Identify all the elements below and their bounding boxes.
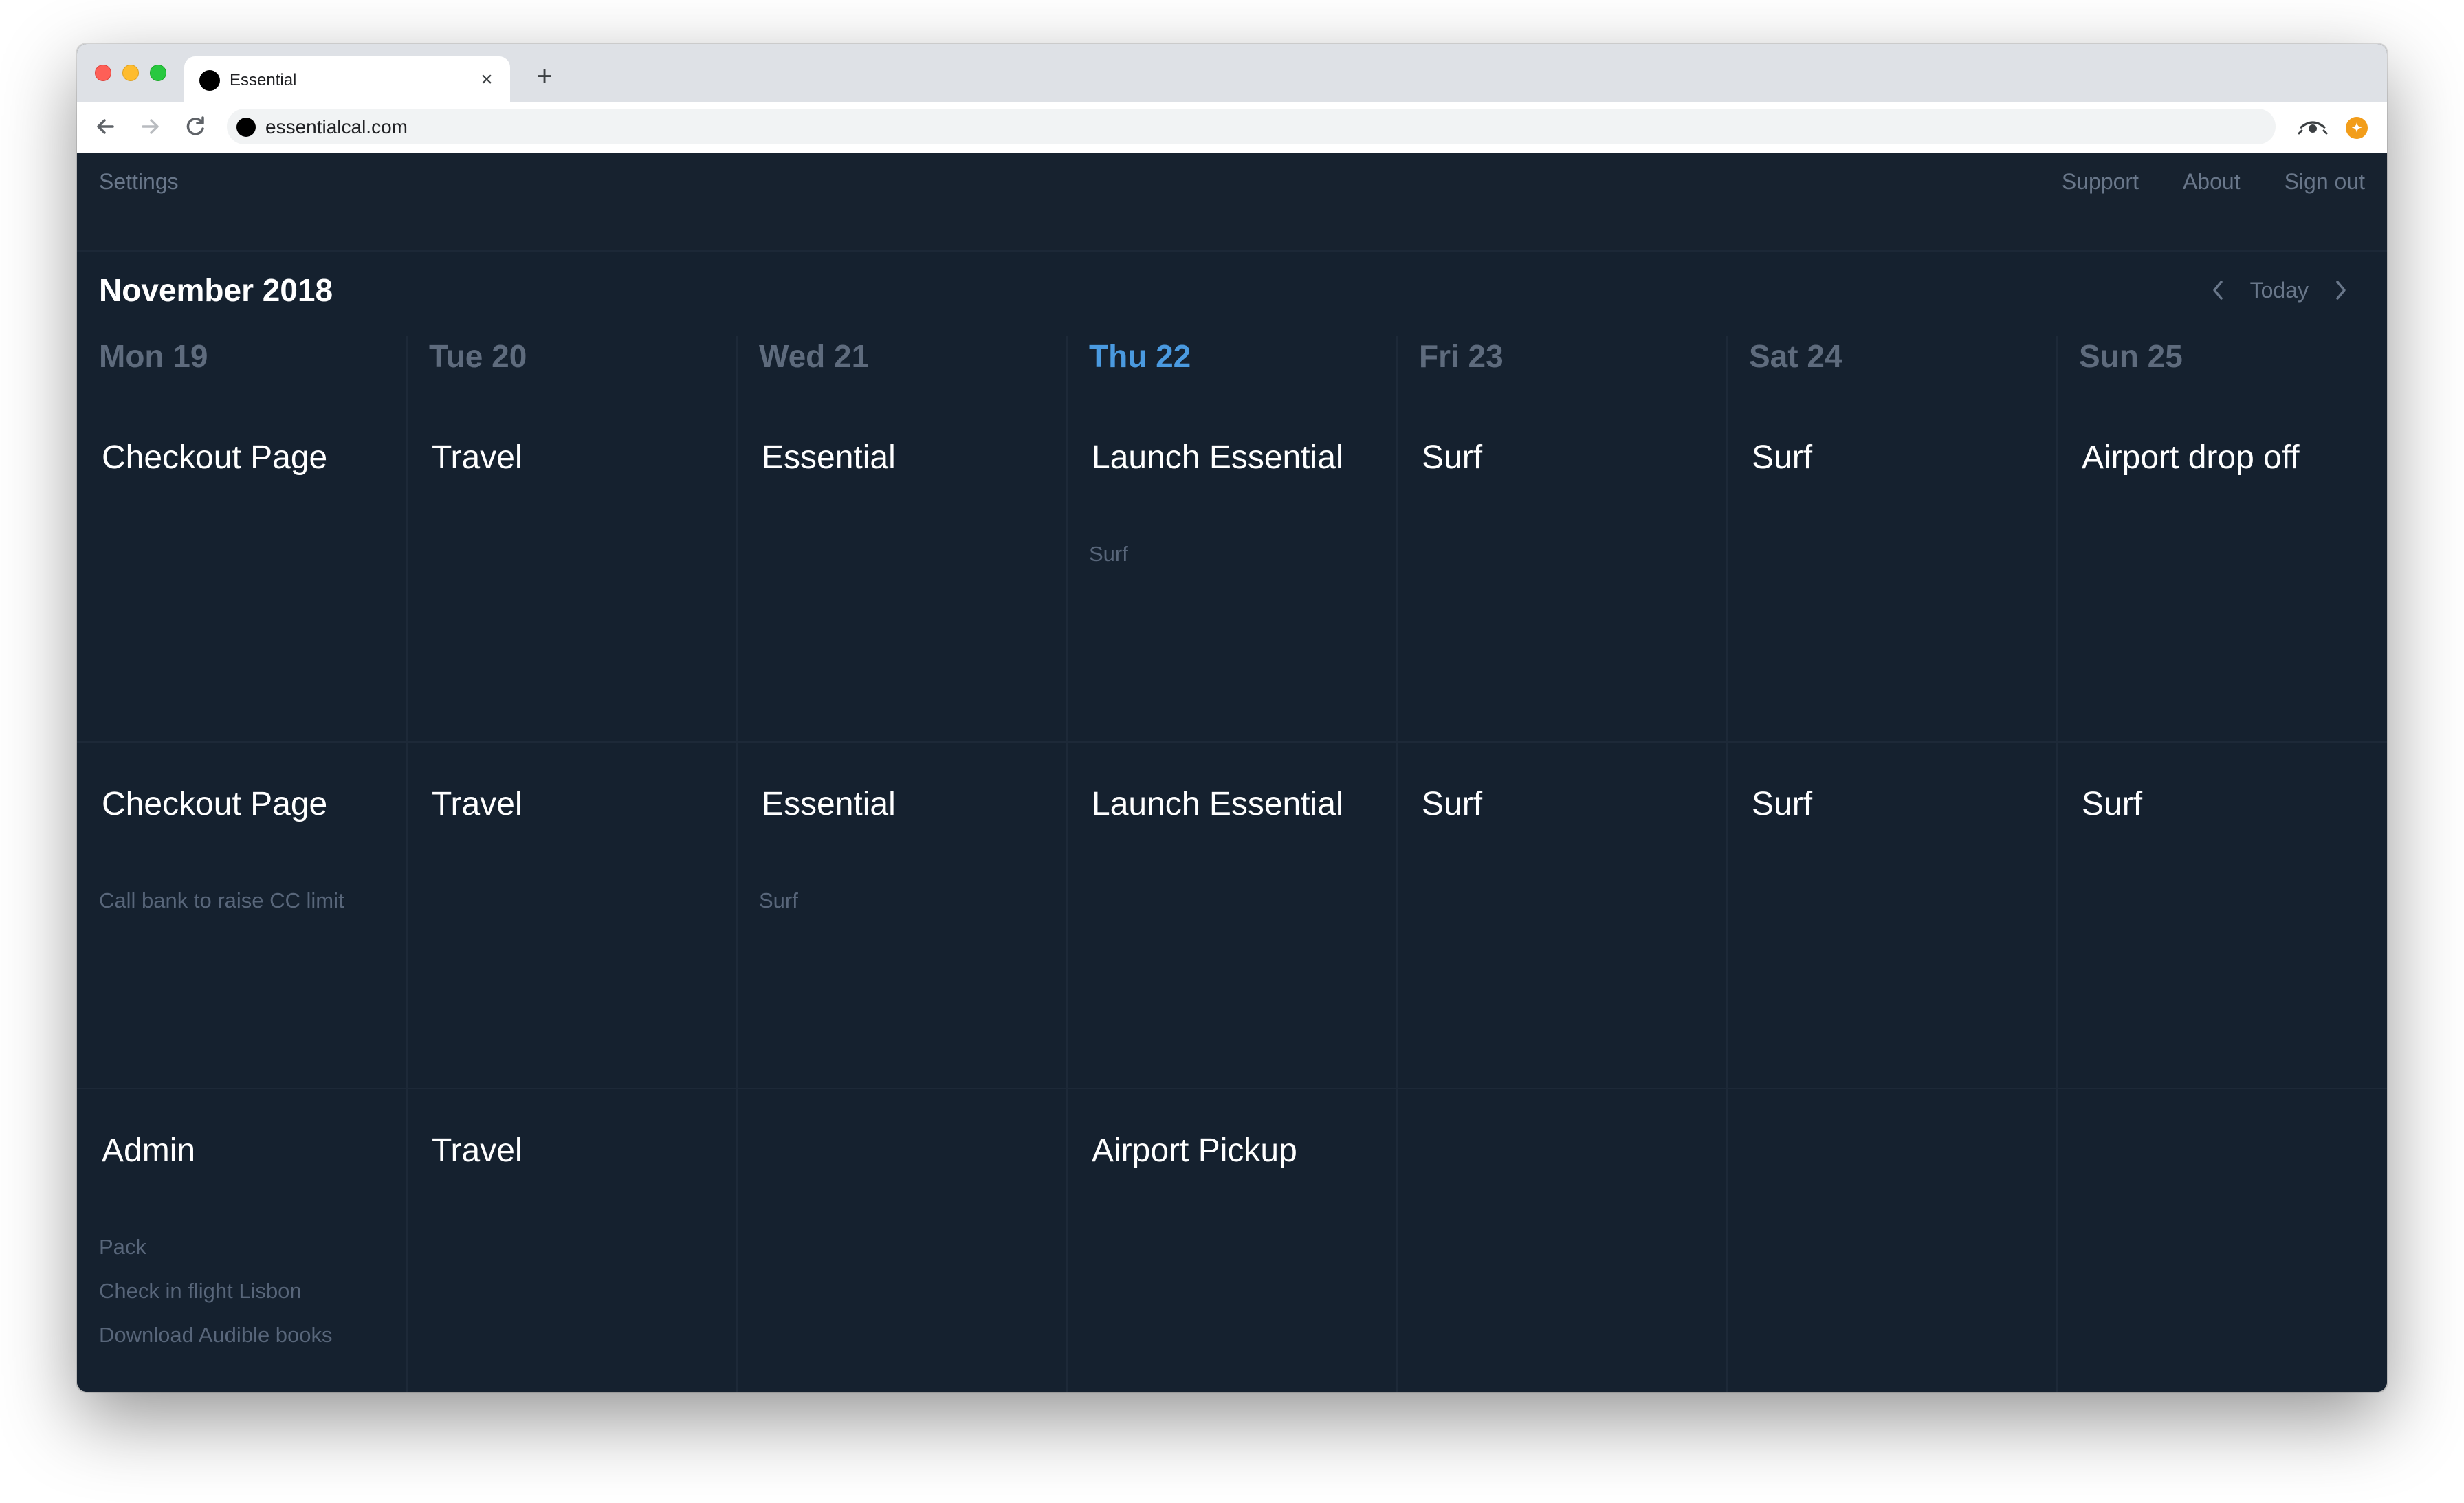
main-task-title[interactable]: Admin: [102, 1132, 195, 1170]
back-button[interactable]: [91, 111, 121, 142]
row-divider: [77, 1088, 2387, 1089]
main-task-title[interactable]: Surf: [1422, 439, 1482, 477]
browser-window: Essential × + essentialcal.com ✦ Setting…: [77, 44, 2387, 1392]
about-link[interactable]: About: [2183, 168, 2241, 195]
task-list: Surf: [759, 879, 798, 923]
main-task-title[interactable]: Travel: [432, 439, 522, 477]
day-header: Mon 19: [99, 338, 208, 374]
column-divider: [1066, 336, 1068, 1392]
row-divider: [77, 741, 2387, 743]
chevron-right-icon: [2336, 281, 2346, 300]
column-divider: [2056, 336, 2058, 1392]
main-task-title[interactable]: Checkout Page: [102, 439, 327, 477]
reload-icon: [186, 116, 204, 135]
tab-title: Essential: [230, 71, 297, 89]
main-task-title[interactable]: Surf: [1422, 785, 1482, 824]
main-task-title[interactable]: Airport Pickup: [1092, 1132, 1297, 1170]
main-task-title[interactable]: Airport drop off: [2082, 439, 2300, 477]
arrow-right-icon: [142, 119, 159, 134]
main-task-title[interactable]: Travel: [432, 785, 522, 824]
today-button[interactable]: Today: [2250, 276, 2309, 304]
tab-strip: Essential × +: [77, 44, 2387, 102]
main-task-title[interactable]: Launch Essential: [1092, 785, 1343, 824]
settings-link[interactable]: Settings: [99, 168, 179, 195]
address-bar[interactable]: essentialcal.com: [227, 109, 2276, 144]
tab-close-icon[interactable]: ×: [474, 67, 499, 92]
day-header: Sat 24: [1749, 338, 1842, 374]
task-item[interactable]: Call bank to raise CC limit: [99, 879, 344, 923]
chevron-left-icon: [2212, 281, 2223, 300]
week-pager: Today: [2208, 274, 2351, 307]
week-grid: Mon 19 Tue 20 Wed 21 Thu 22 Fri 23 Sat 24 Sun …: [77, 336, 2387, 1392]
maximize-window-button[interactable]: [150, 65, 166, 81]
day-header: Sun 25: [2079, 338, 2183, 374]
arrow-left-icon: [97, 119, 114, 134]
task-item[interactable]: Pack: [99, 1225, 333, 1269]
task-list: Call bank to raise CC limit: [99, 879, 344, 923]
forward-button[interactable]: [135, 111, 165, 142]
task-item[interactable]: Download Audible books: [99, 1313, 333, 1357]
next-week-button[interactable]: [2331, 276, 2351, 304]
extension-badge-icon[interactable]: ✦: [2346, 117, 2368, 139]
previous-week-button[interactable]: [2208, 276, 2228, 304]
favicon-icon: [199, 70, 220, 91]
month-title: November 2018: [99, 272, 333, 308]
main-task-title[interactable]: Travel: [432, 1132, 522, 1170]
column-divider: [406, 336, 408, 1392]
close-window-button[interactable]: [95, 65, 111, 81]
task-item[interactable]: Check in flight Lisbon: [99, 1269, 333, 1313]
url-text: essentialcal.com: [265, 116, 408, 138]
site-icon: [236, 118, 256, 137]
reload-button[interactable]: [180, 111, 210, 142]
nav-divider: [77, 250, 2387, 252]
day-header: Wed 21: [759, 338, 870, 374]
task-item[interactable]: Surf: [759, 879, 798, 923]
task-list: Pack Check in flight Lisbon Download Audib…: [99, 1225, 333, 1357]
main-task-title[interactable]: Surf: [2082, 785, 2142, 824]
sign-out-link[interactable]: Sign out: [2285, 168, 2365, 195]
task-item[interactable]: Surf: [1089, 532, 1128, 576]
minimize-window-button[interactable]: [122, 65, 139, 81]
support-link[interactable]: Support: [2062, 168, 2139, 195]
new-tab-button[interactable]: +: [531, 63, 558, 91]
eye-extension-icon[interactable]: [2298, 116, 2328, 139]
day-header: Thu 22: [1089, 338, 1191, 374]
app-root: Settings Support About Sign out November…: [77, 153, 2387, 1392]
day-header: Fri 23: [1419, 338, 1504, 374]
app-nav-right: Support About Sign out: [2062, 168, 2365, 195]
main-task-title[interactable]: Essential: [762, 785, 896, 824]
main-task-title[interactable]: Essential: [762, 439, 896, 477]
main-task-title[interactable]: Checkout Page: [102, 785, 327, 824]
main-task-title[interactable]: Surf: [1752, 439, 1812, 477]
task-list: Surf: [1089, 532, 1128, 576]
column-divider: [1396, 336, 1398, 1392]
browser-tab-essential[interactable]: Essential ×: [184, 56, 510, 102]
browser-toolbar: essentialcal.com ✦: [77, 102, 2387, 154]
main-task-title[interactable]: Launch Essential: [1092, 439, 1343, 477]
column-divider: [736, 336, 738, 1392]
main-task-title[interactable]: Surf: [1752, 785, 1812, 824]
day-header: Tue 20: [429, 338, 527, 374]
app-nav: Settings Support About Sign out: [77, 153, 2387, 250]
column-divider: [1726, 336, 1728, 1392]
